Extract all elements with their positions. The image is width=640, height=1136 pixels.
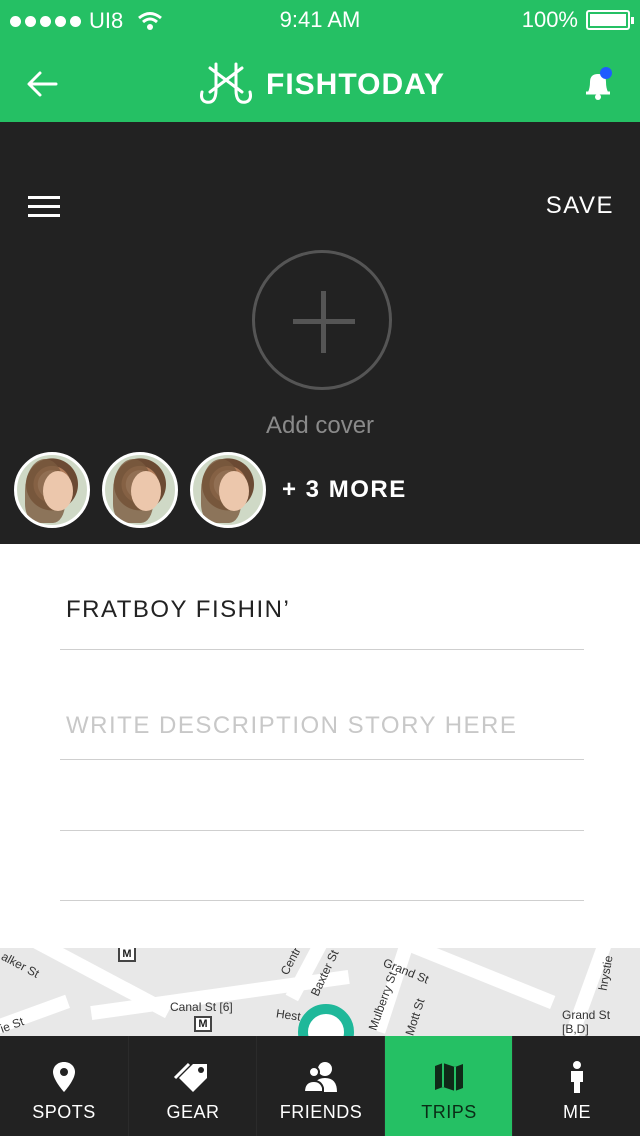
cover-section: SAVE Add cover + 3 MORE [0, 122, 640, 544]
map-label: Mott St [402, 996, 428, 1036]
header-nav: FISHTODAY [0, 44, 640, 122]
metro-icon: M [118, 948, 136, 962]
notification-dot [600, 67, 612, 79]
avatar[interactable] [14, 452, 90, 528]
top-bar: UI8 9:41 AM 100% FISHTODAY [0, 0, 640, 122]
participants: + 3 MORE [14, 452, 407, 528]
avatar[interactable] [102, 452, 178, 528]
status-bar: UI8 9:41 AM 100% [0, 0, 640, 40]
save-button[interactable]: SAVE [546, 192, 614, 220]
back-arrow-icon[interactable] [26, 70, 58, 98]
description-placeholder: WRITE DESCRIPTION STORY HERE [66, 712, 518, 739]
description-field[interactable]: WRITE DESCRIPTION STORY HERE [60, 650, 584, 760]
fishhook-logo-icon [200, 62, 252, 104]
tab-me[interactable]: ME [512, 1036, 640, 1136]
avatar[interactable] [190, 452, 266, 528]
add-cover-label: Add cover [265, 412, 375, 439]
battery-indicator: 100% [521, 7, 634, 33]
menu-icon[interactable] [28, 196, 60, 218]
location-pin-icon [53, 1062, 75, 1092]
map-icon [435, 1063, 463, 1091]
tab-label: ME [563, 1102, 591, 1122]
tab-bar: SPOTS GEAR FRIENDS TRIPS ME [0, 1036, 640, 1136]
friends-icon [302, 1062, 337, 1093]
tab-friends[interactable]: FRIENDS [256, 1036, 384, 1136]
more-participants-link[interactable]: + 3 MORE [282, 476, 407, 504]
tab-trips[interactable]: TRIPS [384, 1036, 512, 1136]
ruled-line [60, 830, 584, 831]
person-icon [571, 1061, 583, 1093]
add-cover-button[interactable] [252, 250, 392, 390]
map-label: Canal St [6] [170, 1000, 233, 1014]
app-title: FISHTODAY [266, 68, 446, 101]
tab-gear[interactable]: GEAR [128, 1036, 256, 1136]
map-label: Grand St [B,D] [562, 1008, 611, 1036]
tab-label: FRIENDS [279, 1102, 363, 1122]
battery-icon [586, 10, 634, 30]
metro-icon: M [194, 1016, 212, 1032]
tab-label: GEAR [166, 1102, 220, 1122]
brand: FISHTODAY [198, 62, 445, 108]
map-pin-icon [298, 1004, 354, 1036]
tab-label: TRIPS [421, 1102, 477, 1122]
trip-title-field[interactable]: FRATBOY FISHIN’ [60, 544, 584, 650]
battery-percent: 100% [521, 7, 578, 32]
ruled-line [60, 900, 584, 901]
trip-title-value: FRATBOY FISHIN’ [66, 596, 291, 623]
map-preview[interactable]: alker St Centr Baxter St Grand St hrysti… [0, 948, 640, 1036]
tab-label: SPOTS [32, 1102, 96, 1122]
tag-icon [173, 1062, 207, 1092]
map-label: Hest [275, 1006, 302, 1024]
tab-spots[interactable]: SPOTS [0, 1036, 128, 1136]
bell-icon[interactable] [580, 66, 616, 102]
map-label: alker St [0, 949, 42, 981]
